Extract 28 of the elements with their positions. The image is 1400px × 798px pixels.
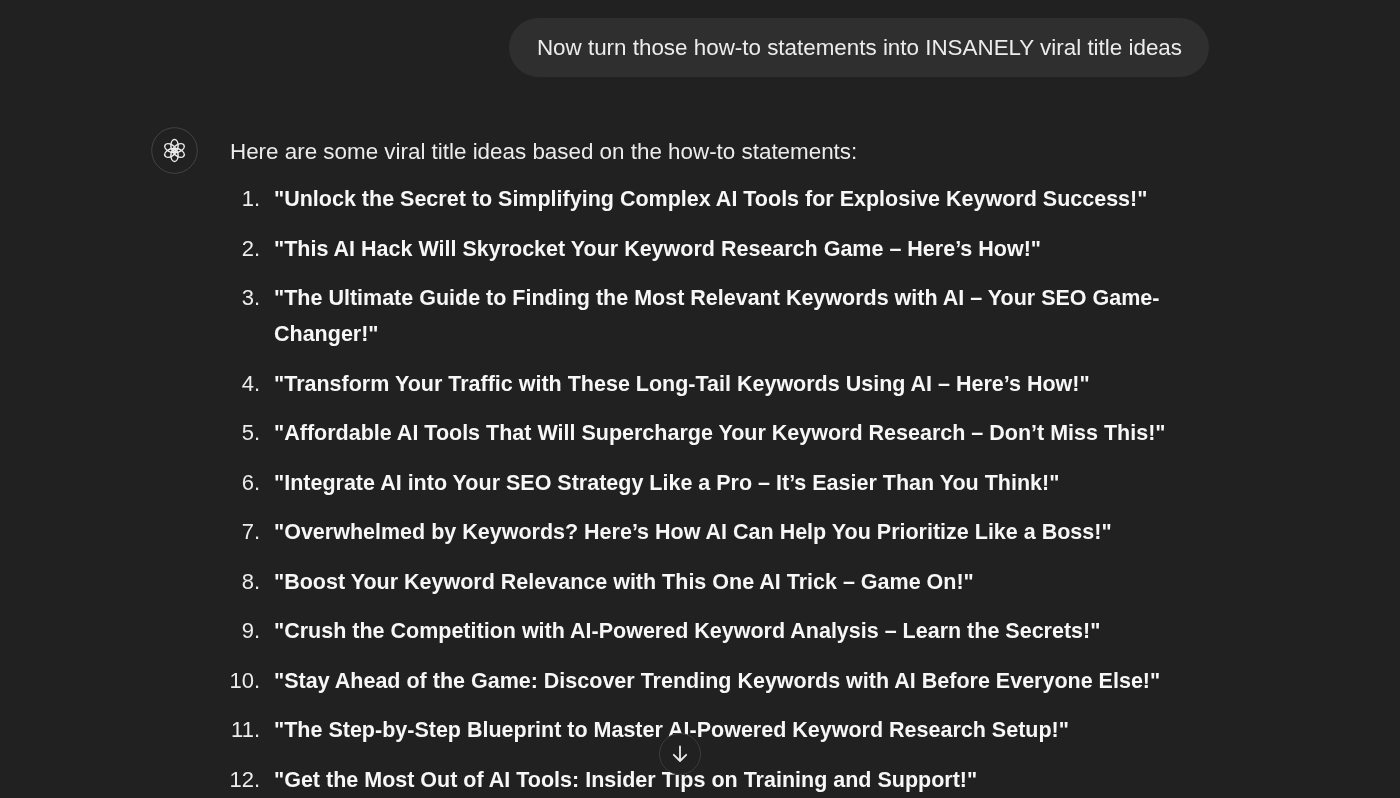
title-idea: "Crush the Competition with AI-Powered Keyword Analysis – Learn the Secrets!" xyxy=(274,618,1101,645)
title-idea: "Overwhelmed by Keywords? Here’s How AI Can Help You Prioritize Like a Boss!" xyxy=(274,519,1112,546)
list-number: 4. xyxy=(240,369,260,398)
down-arrow-icon xyxy=(670,744,690,764)
list-number: 9. xyxy=(240,617,260,645)
list-number: 11. xyxy=(230,716,260,744)
title-idea: "Unlock the Secret to Simplifying Complex AI Tools for Explosive Keyword Success!" xyxy=(274,186,1148,213)
user-message: Now turn those how-to statements into INSANELY viral title ideas xyxy=(508,18,1209,77)
title-idea: "Stay Ahead of the Game: Discover Trending Keywords with AI Before Everyone Else!" xyxy=(274,667,1161,695)
title-idea: "Get the Most Out of AI Tools: Insider Tips on Training and Support!" xyxy=(274,766,978,794)
title-idea: "Transform Your Traffic with These Long-Tail Keywords Using AI – Here’s How!" xyxy=(274,370,1090,398)
response-intro: Here are some viral title ideas based on the how-to statements: xyxy=(230,138,859,166)
title-idea: "The Ultimate Guide to Finding the Most Relevant Keywords with AI – Your SEO Game-Changer!" xyxy=(274,285,1161,348)
assistant-avatar-icon xyxy=(151,127,198,174)
list-number: 10. xyxy=(228,666,260,695)
list-number: 3. xyxy=(240,284,260,312)
title-idea: "This AI Hack Will Skyrocket Your Keyword Research Game – Here’s How!" xyxy=(274,235,1041,263)
list-number: 6. xyxy=(240,468,260,497)
list-number: 2. xyxy=(240,234,260,263)
list-number: 12. xyxy=(228,765,260,794)
title-idea: "Integrate AI into Your SEO Strategy Like a Pro – It’s Easier Than You Think!" xyxy=(274,469,1060,497)
list-number: 8. xyxy=(240,567,260,596)
title-idea: "Boost Your Keyword Relevance with This One AI Trick – Game On!" xyxy=(274,568,974,596)
title-idea: "The Step-by-Step Blueprint to Master AI-Powered Keyword Research Setup!" xyxy=(274,717,1069,744)
list-number: 1. xyxy=(240,185,260,213)
list-number: 7. xyxy=(240,518,260,546)
title-idea: "Affordable AI Tools That Will Supercharge Your Keyword Research – Don’t Miss This!" xyxy=(274,420,1166,447)
list-number: 5. xyxy=(240,419,260,447)
